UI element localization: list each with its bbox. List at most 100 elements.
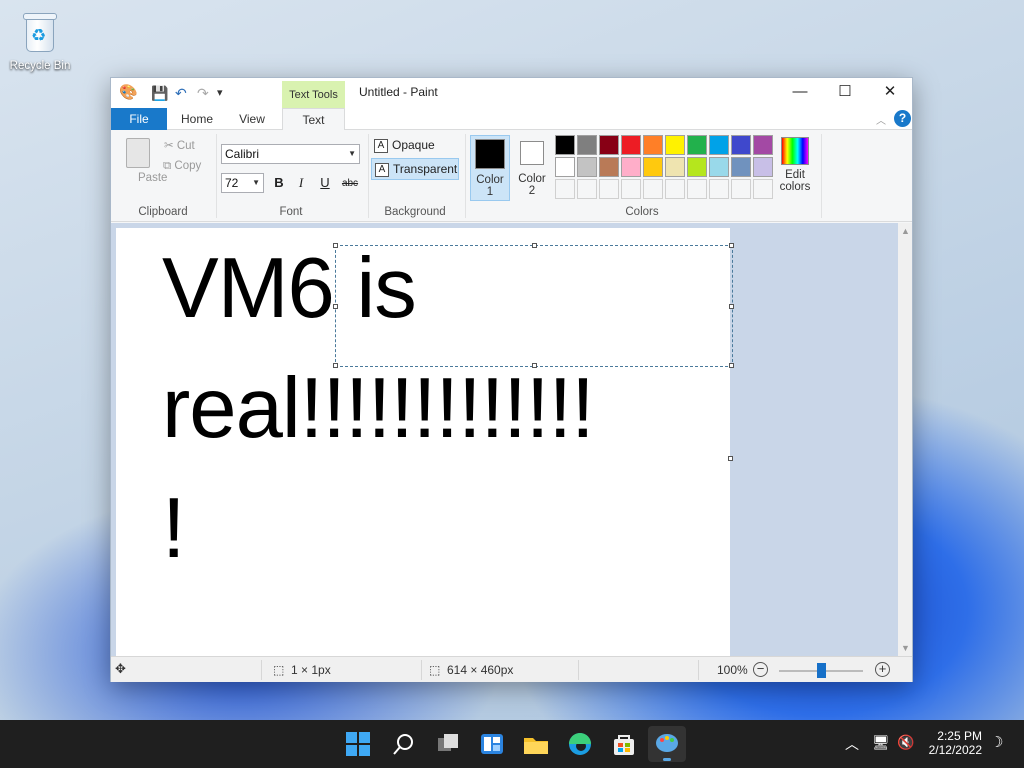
palette-color-swatch[interactable] [599,135,619,155]
save-icon[interactable]: 💾 [151,84,168,102]
resize-handle[interactable] [729,243,734,248]
recycle-bin-label: Recycle Bin [9,60,71,72]
paint-window: 🎨 💾 ↶ ↷ ▾ Text Tools Untitled - Paint — … [110,77,913,682]
color-1-button[interactable]: Color 1 [470,135,510,201]
custom-color-slot[interactable] [687,179,707,199]
tab-view[interactable]: View [229,108,275,130]
strikethrough-button[interactable]: abc [338,178,362,189]
search-button[interactable] [390,730,418,758]
palette-color-swatch[interactable] [731,135,751,155]
palette-color-swatch[interactable] [709,135,729,155]
palette-color-swatch[interactable] [643,157,663,177]
edit-colors-button[interactable]: Edit colors [778,135,812,193]
italic-button[interactable]: I [291,175,311,191]
help-icon[interactable]: ? [894,110,911,127]
custom-color-slot[interactable] [731,179,751,199]
paste-button[interactable]: Paste [121,138,167,188]
notification-moon-icon[interactable]: ☽ [990,733,1003,751]
color-spectrum-icon [781,137,809,165]
color-1-number: 1 [486,186,494,198]
store-button[interactable] [610,730,638,758]
redo-icon[interactable]: ↷ [197,84,209,102]
start-button[interactable] [344,730,372,758]
edge-button[interactable] [566,730,594,758]
custom-color-slot[interactable] [643,179,663,199]
palette-color-swatch[interactable] [621,135,641,155]
widgets-button[interactable] [478,730,506,758]
file-explorer-button[interactable] [522,730,550,758]
recycle-bin-shortcut[interactable]: ♻ Recycle Bin [6,8,74,72]
custom-color-slot[interactable] [599,179,619,199]
palette-color-swatch[interactable] [687,157,707,177]
zoom-in-button[interactable]: + [875,662,890,677]
opaque-button[interactable]: A Opaque [371,135,459,157]
zoom-slider-thumb[interactable] [817,663,826,678]
palette-color-swatch[interactable] [599,157,619,177]
task-view-icon [438,734,458,751]
cursor-position-icon: ✥ [115,661,126,676]
scroll-up-icon[interactable]: ▲ [901,226,910,236]
zoom-out-button[interactable]: − [753,662,768,677]
resize-handle[interactable] [532,243,537,248]
palette-color-swatch[interactable] [577,135,597,155]
edit-colors-label-2: colors [779,181,811,193]
palette-color-swatch[interactable] [709,157,729,177]
palette-color-swatch[interactable] [577,157,597,177]
palette-color-swatch[interactable] [731,157,751,177]
close-button[interactable]: ✕ [867,78,913,108]
resize-handle[interactable] [333,363,338,368]
copy-button[interactable]: ⧉ Copy [163,160,201,173]
custom-color-slot[interactable] [555,179,575,199]
canvas-resize-handle[interactable] [728,456,733,461]
tab-text[interactable]: Text [282,108,345,131]
resize-handle[interactable] [532,363,537,368]
show-hidden-icons-chevron-icon[interactable]: ︿ [845,734,859,754]
palette-color-swatch[interactable] [753,135,773,155]
volume-muted-icon[interactable]: 🔇 [897,734,914,751]
custom-color-slot[interactable] [577,179,597,199]
transparent-label: Transparent [393,162,458,176]
tab-home[interactable]: Home [173,108,221,130]
scroll-down-icon[interactable]: ▼ [901,643,910,653]
palette-color-swatch[interactable] [555,135,575,155]
transparent-button[interactable]: A Transparent [371,158,459,180]
network-icon[interactable]: 🖥 [872,734,890,751]
customize-quick-access-icon[interactable]: ▾ [217,84,223,102]
paint-taskbar-button[interactable] [648,726,686,762]
resize-handle[interactable] [333,304,338,309]
palette-color-swatch[interactable] [665,157,685,177]
palette-color-swatch[interactable] [643,135,663,155]
clock[interactable]: 2:25 PM 2/12/2022 [926,729,982,757]
minimize-button[interactable]: — [777,78,823,108]
paint-app-icon[interactable]: 🎨 [119,84,138,102]
palette-color-swatch[interactable] [753,157,773,177]
collapse-ribbon-icon[interactable]: ︿ [876,112,886,127]
vertical-scrollbar[interactable]: ▲ ▼ [898,223,912,656]
palette-color-swatch[interactable] [665,135,685,155]
palette-color-swatch[interactable] [621,157,641,177]
custom-color-slot[interactable] [621,179,641,199]
font-family-value: Calibri [225,147,260,161]
custom-color-slot[interactable] [753,179,773,199]
palette-color-swatch[interactable] [555,157,575,177]
font-family-select[interactable]: Calibri ▼ [221,144,360,164]
color-2-swatch [520,141,544,165]
undo-icon[interactable]: ↶ [175,84,187,102]
custom-color-slot[interactable] [709,179,729,199]
task-view-button[interactable] [434,730,462,758]
color-1-label: Color [476,174,504,186]
maximize-button[interactable]: ☐ [822,78,868,108]
resize-handle[interactable] [333,243,338,248]
tab-file[interactable]: File [111,108,167,130]
palette-color-swatch[interactable] [687,135,707,155]
bold-button[interactable]: B [269,175,289,190]
text-selection-box[interactable] [333,243,734,368]
chevron-down-icon: ▼ [252,178,260,187]
resize-handle[interactable] [729,363,734,368]
custom-color-slot[interactable] [665,179,685,199]
cut-button[interactable]: ✂ Cut [164,138,195,152]
resize-handle[interactable] [729,304,734,309]
underline-button[interactable]: U [315,175,335,190]
color-2-button[interactable]: Color 2 [512,135,552,201]
font-size-select[interactable]: 72 ▼ [221,173,264,193]
